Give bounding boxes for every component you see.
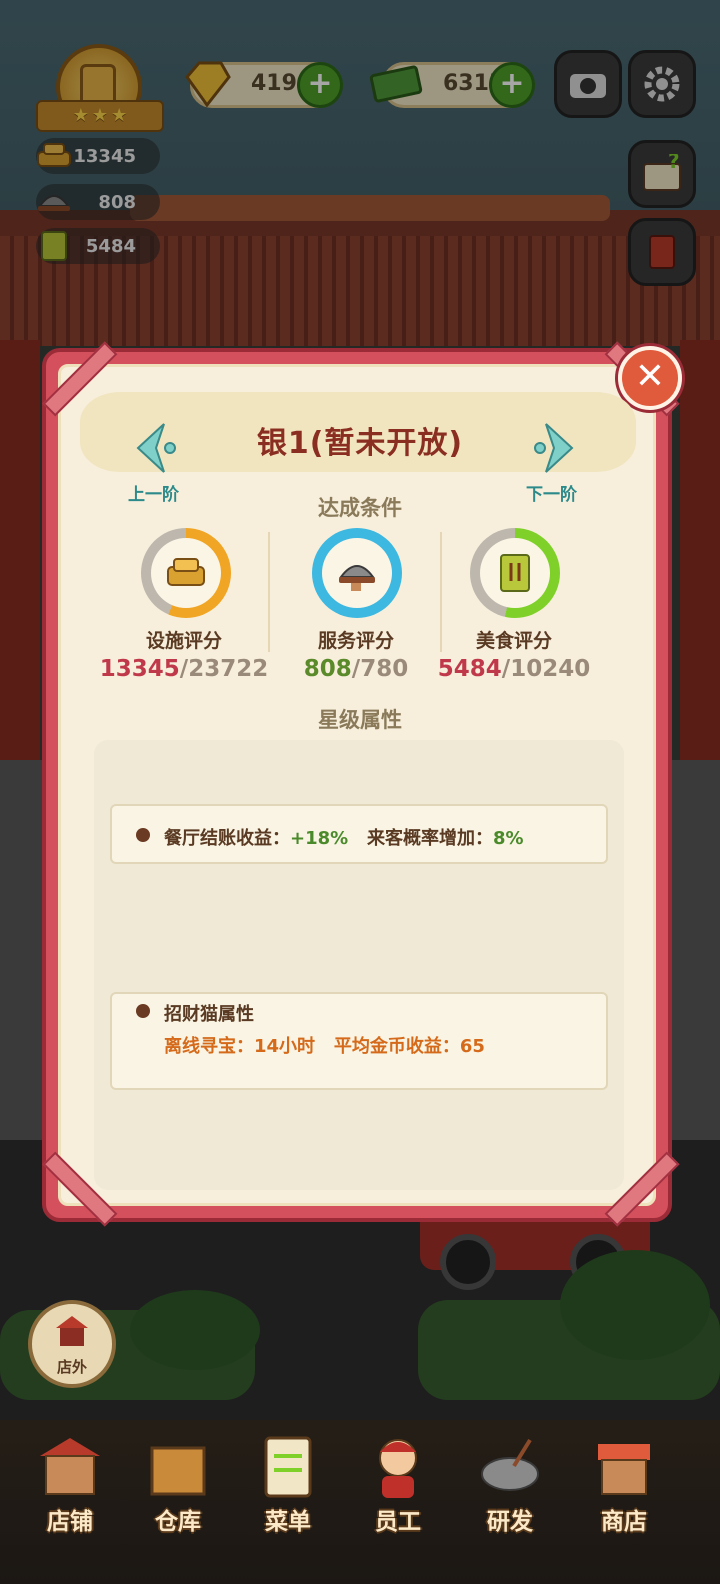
nav-shop-front[interactable]: 店铺	[20, 1430, 120, 1540]
nav-label: 店铺	[47, 1509, 93, 1535]
cooking-pot-icon	[481, 1438, 539, 1491]
restaurant-attribute-line: 餐厅结账收益：+18% 来客概率增加：8%	[164, 824, 524, 850]
customer-rate-label: 来客概率增加：	[366, 828, 493, 849]
checkout-income-value: +18%	[290, 828, 349, 849]
food-score-progress: 5484/10240	[414, 656, 614, 682]
lucky-cat-attribute-line: 离线寻宝：14小时 平均金币收益：65	[164, 1032, 485, 1058]
close-button[interactable]: ✕	[618, 346, 682, 410]
lucky-cat-heading: 招财猫属性	[164, 1004, 254, 1025]
conditions-title: 达成条件	[318, 496, 402, 520]
service-cloche-icon	[339, 565, 375, 591]
facility-ingot-icon	[167, 558, 205, 586]
nav-label: 菜单	[265, 1509, 311, 1535]
facility-score-current: 13345	[99, 656, 180, 682]
outside-button[interactable]: 店外	[28, 1300, 116, 1388]
avg-coin-income-label: 平均金币收益：	[333, 1036, 460, 1057]
offline-treasure-label: 离线寻宝：	[164, 1036, 254, 1057]
facility-score-target: /23722	[179, 656, 269, 682]
bullet-dot	[136, 1004, 150, 1018]
food-score-current: 5484	[437, 656, 502, 682]
nav-menu[interactable]: 菜单	[238, 1430, 338, 1540]
nav-warehouse[interactable]: 仓库	[128, 1430, 228, 1540]
nav-label: 仓库	[155, 1509, 201, 1535]
nav-store[interactable]: 商店	[574, 1430, 674, 1540]
dialog-title: 银1(暂未开放)	[256, 426, 464, 461]
service-score-icon-holder	[322, 538, 392, 608]
lucky-cat-attribute-box: 招财猫属性 离线寻宝：14小时 平均金币收益：65	[110, 992, 608, 1090]
clipboard-icon	[264, 1436, 312, 1498]
avg-coin-income-value: 65	[459, 1036, 485, 1057]
nav-label: 员工	[375, 1509, 421, 1535]
service-score-ring	[312, 528, 402, 618]
next-tier-arrow-icon[interactable]	[532, 422, 576, 474]
recipe-book-icon	[500, 554, 530, 592]
facility-score-ring	[141, 528, 231, 618]
star-attributes-title: 星级属性	[318, 708, 402, 732]
service-score-current: 808	[303, 656, 352, 682]
offline-treasure-value: 14小时	[254, 1036, 316, 1057]
store-building-icon	[40, 1438, 100, 1495]
service-score-target: /780	[351, 656, 409, 682]
checkout-income-label: 餐厅结账收益：	[164, 828, 290, 849]
bullet-dot	[136, 828, 150, 842]
nav-label: 商店	[601, 1509, 647, 1535]
food-score-icon-holder	[480, 538, 550, 608]
outside-label: 店外	[56, 1358, 87, 1376]
nav-staff[interactable]: 员工	[348, 1430, 448, 1540]
food-score-label: 美食评分	[475, 630, 552, 652]
prev-tier-arrow-icon[interactable]	[134, 422, 178, 474]
nav-research[interactable]: 研发	[460, 1430, 560, 1540]
customer-rate-value: 8%	[492, 828, 524, 849]
staff-avatar-icon	[379, 1439, 417, 1498]
food-score-ring	[470, 528, 560, 618]
crate-icon	[150, 1446, 206, 1496]
shop-stall-icon	[598, 1444, 650, 1495]
food-score-target: /10240	[501, 656, 591, 682]
facility-score-icon-holder	[151, 538, 221, 608]
storefront-icon	[56, 1316, 88, 1346]
restaurant-attribute-box: 餐厅结账收益：+18% 来客概率增加：8%	[110, 804, 608, 864]
nav-label: 研发	[487, 1509, 533, 1535]
facility-score-label: 设施评分	[145, 630, 222, 652]
facility-score-progress: 13345/23722	[84, 656, 284, 682]
